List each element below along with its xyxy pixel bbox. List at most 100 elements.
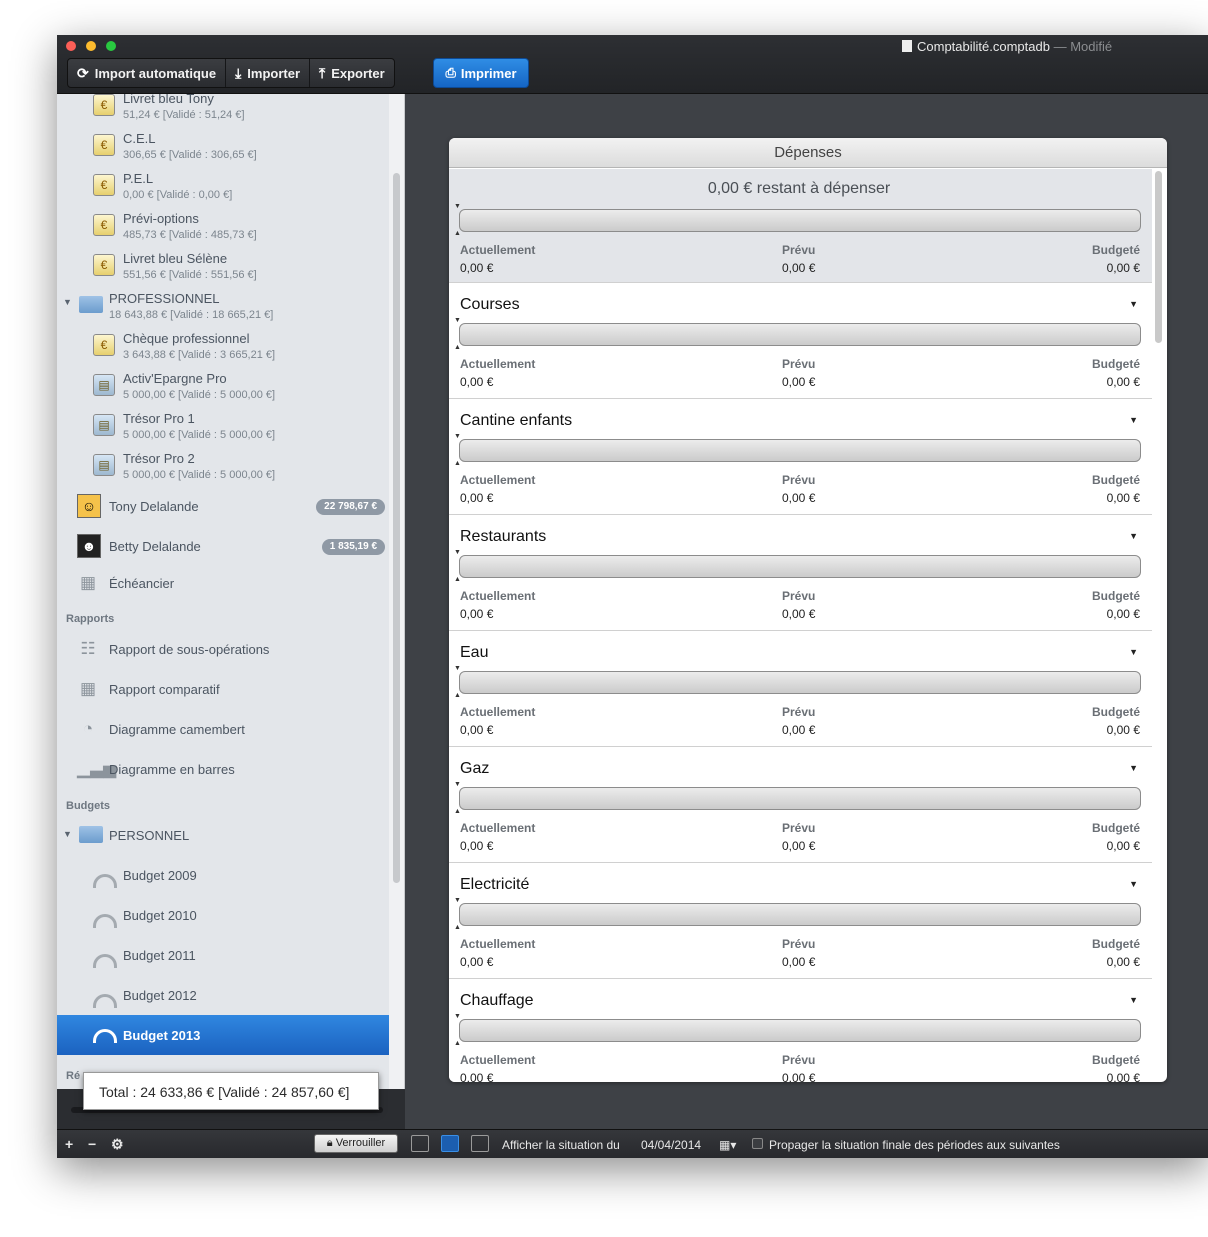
value-planned: 0,00 € bbox=[782, 839, 816, 853]
sidebar-item-echeancier[interactable]: ▦ Échéancier bbox=[57, 572, 389, 610]
category-row[interactable]: Eau ▼ ▼ ▲ Actuellement Prévu Budgeté 0,0… bbox=[449, 631, 1152, 747]
label-planned: Prévu bbox=[782, 821, 816, 835]
sidebar-item-label: Rapport comparatif bbox=[109, 682, 220, 697]
category-name: Cantine enfants bbox=[460, 412, 573, 429]
view-envelope-icon[interactable] bbox=[471, 1135, 489, 1152]
value-current: 0,00 € bbox=[460, 955, 494, 969]
settings-button[interactable]: ⚙ bbox=[111, 1136, 124, 1153]
account-item[interactable]: € Chèque professionnel 3 643,88 € [Valid… bbox=[57, 331, 389, 374]
label-budgeted: Budgeté bbox=[1092, 589, 1140, 603]
label-current: Actuellement bbox=[460, 589, 536, 603]
view-columns-icon[interactable] bbox=[411, 1135, 429, 1152]
account-item[interactable]: ▤ Activ'Epargne Pro 5 000,00 € [Validé :… bbox=[57, 371, 389, 414]
marker-bottom-icon: ▲ bbox=[454, 808, 461, 815]
label-planned: Prévu bbox=[782, 937, 816, 951]
situation-date-field[interactable]: 04/04/2014 bbox=[641, 1138, 701, 1152]
value-planned: 0,00 € bbox=[782, 723, 816, 737]
folder-professionnel[interactable]: ▼ PROFESSIONNEL 18 643,88 € [Validé : 18… bbox=[57, 291, 389, 334]
view-list-icon[interactable] bbox=[441, 1135, 459, 1152]
lock-button[interactable]: 🔒︎ Verrouiller bbox=[314, 1134, 398, 1153]
propagate-checkbox[interactable] bbox=[752, 1138, 763, 1149]
add-button[interactable]: + bbox=[65, 1136, 73, 1152]
category-row[interactable]: Chauffage ▼ ▼ ▲ Actuellement Prévu Budge… bbox=[449, 979, 1152, 1082]
disclosure-triangle-icon[interactable]: ▼ bbox=[63, 297, 72, 307]
sidebar-item-budget[interactable]: Budget 2011 bbox=[57, 942, 389, 982]
gauge-icon bbox=[93, 1029, 117, 1043]
account-item[interactable]: € Livret bleu Sélène 551,56 € [Validé : … bbox=[57, 251, 389, 294]
progress-bar bbox=[459, 555, 1141, 578]
account-name: Chèque professionnel bbox=[123, 331, 250, 346]
sidebar-item-report[interactable]: ◔ Diagramme camembert bbox=[57, 716, 389, 756]
sidebar-item-label: Budget 2013 bbox=[123, 1028, 201, 1043]
folder-personnel[interactable]: ▼ PERSONNEL bbox=[57, 822, 389, 862]
progress-bar bbox=[459, 671, 1141, 694]
person-item-tony[interactable]: ☺ Tony Delalande 22 798,67 € bbox=[57, 494, 389, 534]
account-balance: 551,56 € [Validé : 551,56 €] bbox=[123, 269, 257, 281]
categories-list[interactable]: 0,00 € restant à dépenser ▼ ▲ Actuelleme… bbox=[449, 169, 1152, 1082]
chevron-down-icon[interactable]: ▼ bbox=[1129, 299, 1138, 309]
folder-icon bbox=[79, 296, 103, 313]
sidebar-item-budget-selected[interactable]: Budget 2013 bbox=[57, 1015, 389, 1055]
account-item[interactable]: € P.E.L 0,00 € [Validé : 0,00 €] bbox=[57, 171, 389, 214]
import-button[interactable]: ⤓ Importer bbox=[226, 59, 311, 87]
chevron-down-icon[interactable]: ▼ bbox=[1129, 531, 1138, 541]
sidebar-item-report[interactable]: ▁▃▅ Diagramme en barres bbox=[57, 756, 389, 796]
lock-label: Verrouiller bbox=[335, 1137, 386, 1149]
savings-account-icon: ▤ bbox=[93, 414, 115, 436]
sidebar-item-label: Budget 2009 bbox=[123, 868, 197, 883]
label-planned: Prévu bbox=[782, 243, 816, 257]
account-balance: 0,00 € [Validé : 0,00 €] bbox=[123, 189, 233, 201]
category-row[interactable]: Courses ▼ ▼ ▲ Actuellement Prévu Budgeté… bbox=[449, 283, 1152, 399]
zoom-window-button[interactable] bbox=[106, 41, 116, 51]
export-button[interactable]: ⤒ Exporter bbox=[310, 59, 394, 87]
calendar-picker-icon[interactable]: ▦▾ bbox=[719, 1138, 736, 1152]
account-balance: 3 643,88 € [Validé : 3 665,21 €] bbox=[123, 349, 276, 361]
chevron-down-icon[interactable]: ▼ bbox=[1129, 415, 1138, 425]
category-row[interactable]: Gaz ▼ ▼ ▲ Actuellement Prévu Budgeté 0,0… bbox=[449, 747, 1152, 863]
category-name: Gaz bbox=[460, 760, 490, 777]
category-row[interactable]: Electricité ▼ ▼ ▲ Actuellement Prévu Bud… bbox=[449, 863, 1152, 979]
account-item[interactable]: € Prévi-options 485,73 € [Validé : 485,7… bbox=[57, 211, 389, 254]
category-row[interactable]: Restaurants ▼ ▼ ▲ Actuellement Prévu Bud… bbox=[449, 515, 1152, 631]
gauge-icon bbox=[93, 994, 117, 1008]
value-budgeted: 0,00 € bbox=[1106, 261, 1140, 275]
disclosure-triangle-icon[interactable]: ▼ bbox=[63, 829, 72, 839]
label-planned: Prévu bbox=[782, 357, 816, 371]
account-item[interactable]: € Livret bleu Tony 51,24 € [Validé : 51,… bbox=[57, 94, 389, 134]
value-current: 0,00 € bbox=[460, 375, 494, 389]
sidebar-item-budget[interactable]: Budget 2009 bbox=[57, 862, 389, 902]
total-text: Total : 24 633,86 € [Validé : 24 857,60 … bbox=[99, 1084, 350, 1100]
label-planned: Prévu bbox=[782, 589, 816, 603]
lock-icon: 🔒︎ bbox=[326, 1137, 333, 1149]
sidebar-item-report[interactable]: ▦ Rapport comparatif bbox=[57, 676, 389, 716]
minimize-window-button[interactable] bbox=[86, 41, 96, 51]
print-button[interactable]: ⎙ Imprimer bbox=[433, 58, 529, 88]
sidebar-item-budget[interactable]: Budget 2010 bbox=[57, 902, 389, 942]
account-balance: 5 000,00 € [Validé : 5 000,00 €] bbox=[123, 389, 276, 401]
chevron-down-icon[interactable]: ▼ bbox=[1129, 879, 1138, 889]
label-planned: Prévu bbox=[782, 1053, 816, 1067]
bottom-bar: + − ⚙ 🔒︎ Verrouiller Afficher la situati… bbox=[57, 1129, 1208, 1158]
sidebar-item-report[interactable]: ☷ Rapport de sous-opérations bbox=[57, 636, 389, 676]
label-planned: Prévu bbox=[782, 473, 816, 487]
account-item[interactable]: € C.E.L 306,65 € [Validé : 306,65 €] bbox=[57, 131, 389, 174]
progress-bar bbox=[459, 209, 1141, 232]
import-auto-button[interactable]: ⟳ Import automatique bbox=[68, 59, 227, 87]
category-row[interactable]: Cantine enfants ▼ ▼ ▲ Actuellement Prévu… bbox=[449, 399, 1152, 515]
sidebar[interactable]: € Livret bleu Tony 51,24 € [Validé : 51,… bbox=[57, 94, 389, 1089]
download-icon: ⤓ bbox=[235, 64, 242, 81]
chevron-down-icon[interactable]: ▼ bbox=[1129, 995, 1138, 1005]
account-name: Trésor Pro 1 bbox=[123, 411, 195, 426]
account-item[interactable]: ▤ Trésor Pro 2 5 000,00 € [Validé : 5 00… bbox=[57, 451, 389, 494]
sidebar-scrollbar[interactable] bbox=[393, 173, 400, 883]
account-balance: 306,65 € [Validé : 306,65 €] bbox=[123, 149, 257, 161]
chevron-down-icon[interactable]: ▼ bbox=[1129, 647, 1138, 657]
close-window-button[interactable] bbox=[66, 41, 76, 51]
person-item-betty[interactable]: ☻ Betty Delalande 1 835,19 € bbox=[57, 534, 389, 574]
card-scrollbar[interactable] bbox=[1155, 171, 1162, 343]
chevron-down-icon[interactable]: ▼ bbox=[1129, 763, 1138, 773]
remove-button[interactable]: − bbox=[88, 1136, 96, 1152]
label-budgeted: Budgeté bbox=[1092, 243, 1140, 257]
account-item[interactable]: ▤ Trésor Pro 1 5 000,00 € [Validé : 5 00… bbox=[57, 411, 389, 454]
marker-bottom-icon: ▲ bbox=[454, 1040, 461, 1047]
